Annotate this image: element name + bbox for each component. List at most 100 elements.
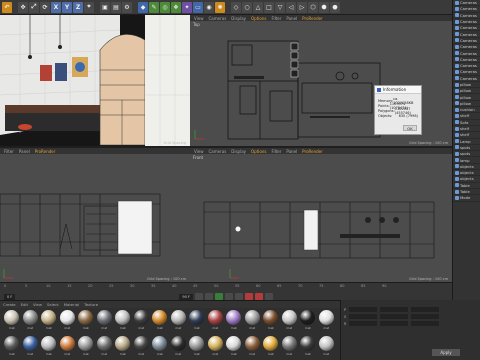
menu-panel[interactable]: Panel [286,149,297,154]
x-axis-button[interactable]: X [51,1,61,13]
scale-tool-icon[interactable]: ⤢ [29,1,39,13]
x-field[interactable] [349,314,378,319]
menu-options[interactable]: Options [251,16,266,21]
material-swatch[interactable]: mat [151,310,169,335]
tool-icon-4[interactable]: □ [264,1,274,13]
material-swatch[interactable]: mat [225,310,243,335]
viewport-right[interactable]: Filter Panel ProRender Grid Spacing : 10… [0,148,190,282]
mat-menu-material[interactable]: Material [64,302,79,307]
material-swatch[interactable]: mat [3,336,21,360]
pen-icon[interactable]: ✎ [149,1,159,13]
goto-end-button[interactable] [234,293,243,300]
array-icon[interactable]: ❖ [171,1,181,13]
x-field[interactable] [349,321,378,326]
menu-panel[interactable]: Panel [19,149,30,154]
camera-icon[interactable]: ◉ [204,1,214,13]
material-swatch[interactable]: mat [22,310,40,335]
material-swatch[interactable]: mat [170,310,188,335]
material-swatch[interactable]: mat [59,336,77,360]
material-swatch[interactable]: mat [244,336,262,360]
material-swatch[interactable]: mat [3,310,21,335]
material-swatch[interactable]: mat [262,310,280,335]
floor-icon[interactable]: ▭ [193,1,203,13]
menu-panel[interactable]: Panel [286,16,297,21]
material-swatch[interactable]: mat [151,336,169,360]
material-swatch[interactable]: mat [133,310,151,335]
keyframe-selection-button[interactable] [264,293,273,300]
material-swatch[interactable]: mat [59,310,77,335]
render-settings-icon[interactable]: ⚙ [122,1,132,13]
tool-icon-8[interactable]: ⬡ [308,1,318,13]
material-swatch[interactable]: mat [114,336,132,360]
material-swatch[interactable]: mat [77,336,95,360]
menu-options[interactable]: Options [251,149,266,154]
y-field[interactable] [380,314,409,319]
tool-icon-6[interactable]: ◁ [286,1,296,13]
tool-icon-5[interactable]: ▽ [275,1,285,13]
light-icon[interactable]: ✺ [215,1,225,13]
viewport-perspective[interactable]: Grid Spacing [0,15,190,146]
rotate-tool-icon[interactable]: ⟳ [40,1,50,13]
material-swatch[interactable]: mat [281,310,299,335]
material-swatch[interactable]: mat [188,310,206,335]
z-field[interactable] [411,314,440,319]
play-button[interactable] [214,293,223,300]
menu-prorender[interactable]: ProRender [302,16,323,21]
material-swatch[interactable]: mat [207,310,225,335]
y-field[interactable] [380,307,409,312]
current-frame-field[interactable]: 90 F [179,293,193,300]
material-swatch[interactable]: mat [318,310,336,335]
prev-key-button[interactable] [204,293,213,300]
cube-icon[interactable]: ◆ [138,1,148,13]
menu-display[interactable]: Display [231,149,246,154]
material-swatch[interactable]: mat [225,336,243,360]
menu-filter[interactable]: Filter [271,149,281,154]
material-swatch[interactable]: mat [170,336,188,360]
material-swatch[interactable]: mat [281,336,299,360]
material-swatch[interactable]: mat [96,310,114,335]
apply-button[interactable]: Apply [432,349,460,356]
material-swatch[interactable]: mat [299,310,317,335]
start-frame-field[interactable]: 0 F [4,293,16,300]
tool-icon-3[interactable]: △ [253,1,263,13]
material-swatch[interactable]: mat [77,310,95,335]
y-axis-button[interactable]: Y [62,1,72,13]
material-swatch[interactable]: mat [96,336,114,360]
menu-cameras[interactable]: Cameras [209,16,227,21]
z-field[interactable] [411,307,440,312]
material-swatch[interactable]: mat [114,310,132,335]
material-swatch[interactable]: mat [244,310,262,335]
viewport-front[interactable]: View Cameras Display Options Filter Pane… [190,148,452,282]
next-key-button[interactable] [224,293,233,300]
move-tool-icon[interactable]: ✥ [18,1,28,13]
tool-icon-10[interactable]: ⬣ [330,1,340,13]
goto-start-button[interactable] [194,293,203,300]
menu-prorender[interactable]: ProRender [35,149,56,154]
z-field[interactable] [411,321,440,326]
mat-menu-select[interactable]: Select [47,302,59,307]
render-view-icon[interactable]: ▣ [100,1,110,13]
material-swatch[interactable]: mat [40,336,58,360]
x-field[interactable] [349,307,378,312]
menu-cameras[interactable]: Cameras [209,149,227,154]
menu-view[interactable]: View [194,16,204,21]
material-swatch[interactable]: mat [133,336,151,360]
subdivision-icon[interactable]: ◎ [160,1,170,13]
menu-display[interactable]: Display [231,16,246,21]
material-swatch[interactable]: mat [207,336,225,360]
mat-menu-create[interactable]: Create [3,302,16,307]
z-axis-button[interactable]: Z [73,1,83,13]
tool-icon-9[interactable]: ⬢ [319,1,329,13]
material-swatch[interactable]: mat [22,336,40,360]
material-swatch[interactable]: mat [262,336,280,360]
tool-icon-1[interactable]: ◇ [231,1,241,13]
tool-icon-7[interactable]: ▷ [297,1,307,13]
object-row[interactable]: Mode [453,195,480,202]
menu-prorender[interactable]: ProRender [302,149,323,154]
coordinate-system-icon[interactable]: ⌖ [84,1,94,13]
material-swatch[interactable]: mat [318,336,336,360]
record-button[interactable] [244,293,253,300]
mat-menu-view[interactable]: View [33,302,42,307]
menu-view[interactable]: View [194,149,204,154]
material-swatch[interactable]: mat [299,336,317,360]
